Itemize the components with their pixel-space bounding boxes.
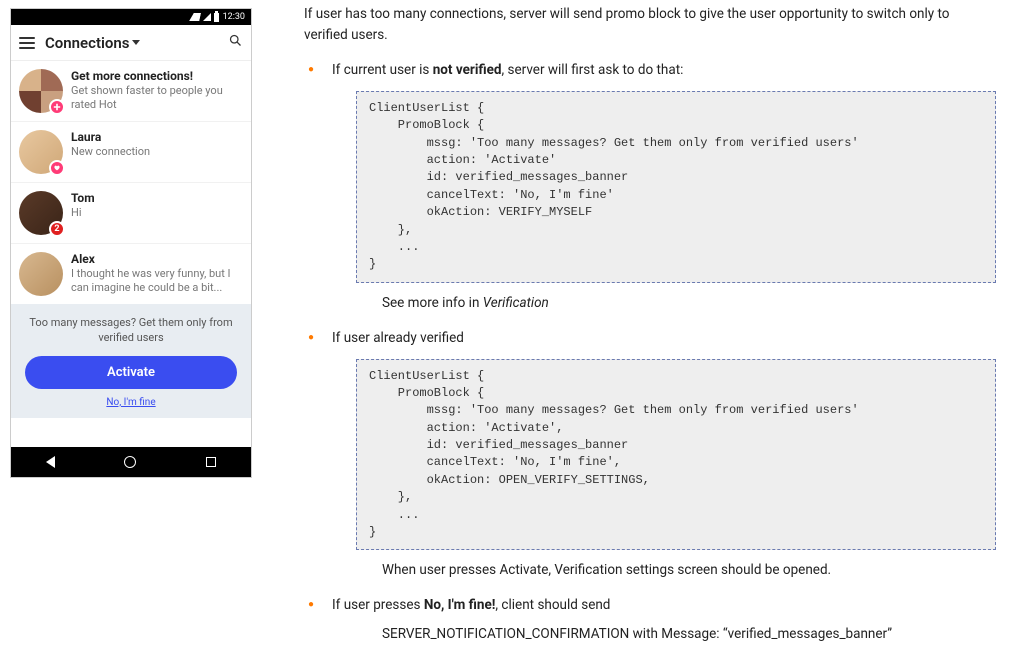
avatar [19, 252, 63, 296]
avatar [19, 130, 63, 174]
item-title: Laura [71, 130, 241, 144]
hamburger-icon[interactable] [19, 37, 35, 49]
android-status-bar: 12:30 [11, 9, 251, 25]
text: If current user is [332, 62, 433, 78]
bullet-no-im-fine: If user presses No, I'm fine!, client sh… [308, 595, 996, 645]
appbar-title-dropdown[interactable]: Connections [45, 34, 228, 52]
text: If user already verified [332, 330, 464, 346]
status-time: 12:30 [223, 12, 245, 22]
item-title: Get more connections! [71, 69, 241, 83]
badge-count: 2 [54, 224, 59, 234]
avatar [19, 69, 63, 113]
connections-list: Get more connections! Get shown faster t… [11, 61, 251, 447]
item-title: Tom [71, 191, 241, 205]
text-bold: No, I'm fine! [424, 597, 496, 613]
text: If user presses [332, 597, 424, 613]
text-bold: not verified [433, 62, 502, 78]
android-nav-bar [11, 447, 251, 477]
no-im-fine-link[interactable]: No, I'm fine [25, 397, 237, 408]
plus-badge-icon [49, 99, 65, 115]
code-block-1: ClientUserList { PromoBlock { mssg: 'Too… [356, 91, 996, 283]
list-item[interactable]: Get more connections! Get shown faster t… [11, 61, 251, 122]
chevron-down-icon [132, 40, 140, 45]
activate-button[interactable]: Activate [25, 356, 237, 389]
after-code-2: When user presses Activate, Verification… [382, 560, 996, 581]
list-item[interactable]: Laura New connection [11, 122, 251, 183]
text-italic: Verification [483, 295, 549, 311]
see-more-verification: See more info in Verification [382, 293, 996, 314]
status-icons [190, 13, 219, 22]
signal-icon [203, 13, 211, 21]
recents-icon[interactable] [206, 457, 216, 467]
promo-message: Too many messages? Get them only from ve… [25, 316, 237, 346]
home-icon[interactable] [124, 456, 136, 468]
item-subtitle: I thought he was very funny, but I can i… [71, 267, 241, 295]
item-title: Alex [71, 252, 241, 266]
promo-block: Too many messages? Get them only from ve… [11, 304, 251, 418]
count-badge: 2 [49, 221, 65, 237]
text: , client should send [495, 597, 610, 613]
app-bar: Connections [11, 25, 251, 61]
code-block-2: ClientUserList { PromoBlock { mssg: 'Too… [356, 359, 996, 551]
bullet-not-verified: If current user is not verified, server … [308, 60, 996, 314]
doc-body: If user has too many connections, server… [260, 0, 1016, 607]
text: See more info in [382, 295, 483, 311]
item-subtitle: Hi [71, 206, 241, 220]
phone-mockup: 12:30 Connections Get more connections! [10, 8, 252, 478]
battery-icon [214, 13, 219, 22]
search-icon[interactable] [228, 33, 243, 52]
item-subtitle: New connection [71, 145, 241, 159]
bullet-already-verified: If user already verified ClientUserList … [308, 328, 996, 582]
item-subtitle: Get shown faster to people you rated Hot [71, 84, 241, 112]
text: , server will first ask to do that: [502, 62, 684, 78]
heart-badge-icon [49, 160, 65, 176]
avatar: 2 [19, 191, 63, 235]
back-icon[interactable] [46, 456, 55, 468]
text: “verified_messages_banner” [723, 626, 892, 642]
list-item[interactable]: 2 Tom Hi [11, 183, 251, 244]
intro-paragraph: If user has too many connections, server… [304, 4, 996, 46]
appbar-title-text: Connections [45, 34, 129, 52]
list-item[interactable]: Alex I thought he was very funny, but I … [11, 244, 251, 304]
wifi-icon [189, 13, 201, 21]
confirmation-line: SERVER_NOTIFICATION_CONFIRMATION with Me… [382, 624, 996, 645]
text: SERVER_NOTIFICATION_CONFIRMATION with Me… [382, 626, 723, 642]
